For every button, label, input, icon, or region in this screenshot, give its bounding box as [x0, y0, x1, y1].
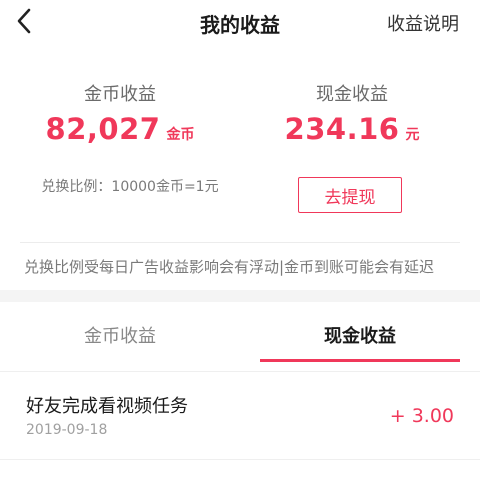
divider [20, 242, 460, 243]
cash-earnings-label: 现金收益 [316, 84, 388, 105]
coin-earnings-label: 金币收益 [84, 84, 156, 105]
app-header: 我的收益 收益说明 [0, 0, 480, 44]
coin-earnings-amount: 82,027 金币 [0, 112, 240, 146]
record-title: 好友完成看视频任务 [26, 396, 188, 417]
cash-earnings-unit: 元 [405, 127, 420, 143]
row-divider [0, 459, 480, 460]
exchange-rate-text: 兑换比例：10000金币=1元 [41, 179, 219, 195]
tab-coin-earnings[interactable]: 金币收益 [20, 302, 220, 368]
cash-earnings-value: 234.16 [284, 112, 400, 146]
earnings-tabs: 金币收益 现金收益 [0, 302, 480, 372]
record-date: 2019-09-18 [26, 422, 108, 438]
exchange-notice: 兑换比例受每日广告收益影响会有浮动|金币到账可能会有延迟 [24, 258, 435, 276]
earnings-summary: 金币收益 82,027 金币 兑换比例：10000金币=1元 现金收益 234.… [0, 44, 480, 290]
record-amount: + 3.00 [389, 405, 454, 427]
coin-earnings-unit: 金币 [166, 127, 195, 143]
coin-earnings-value: 82,027 [45, 112, 161, 146]
active-tab-indicator [260, 359, 460, 362]
earnings-help-link[interactable]: 收益说明 [387, 10, 459, 36]
section-separator [0, 290, 480, 302]
cash-earnings-amount: 234.16 元 [232, 112, 472, 146]
withdraw-button[interactable]: 去提现 [298, 177, 402, 213]
list-item[interactable]: 好友完成看视频任务 2019-09-18 + 3.00 [0, 372, 480, 460]
